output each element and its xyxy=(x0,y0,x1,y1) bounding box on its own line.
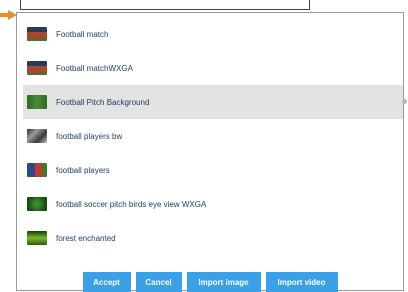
list-item[interactable]: Football matchWXGA xyxy=(23,51,403,85)
cancel-button[interactable]: Cancel xyxy=(135,272,182,292)
list-item[interactable]: Football match xyxy=(23,17,403,51)
background-picker-dialog: Football match Football matchWXGA Footba… xyxy=(16,12,407,292)
list-item[interactable]: forest enchanted xyxy=(23,221,403,255)
import-image-button[interactable]: Import image xyxy=(186,272,261,292)
accept-button[interactable]: Accept xyxy=(82,272,131,292)
list-item-label: football soccer pitch birds eye view WXG… xyxy=(56,199,207,209)
import-video-button[interactable]: Import video xyxy=(265,272,338,292)
top-field xyxy=(20,0,310,10)
scroll-indicator-icon[interactable] xyxy=(402,99,407,104)
list-item-label: football players bw xyxy=(56,131,123,141)
list-item[interactable]: football players bw xyxy=(23,119,403,153)
list-item[interactable]: football players xyxy=(23,153,403,187)
list-item-label: Football match xyxy=(56,29,109,39)
football-pitch-thumbnail-icon xyxy=(27,95,47,109)
list-item-selected[interactable]: Football Pitch Background xyxy=(23,85,403,119)
list-item-label: forest enchanted xyxy=(56,233,116,243)
forest-enchanted-thumbnail-icon xyxy=(27,231,47,245)
football-players-bw-thumbnail-icon xyxy=(27,129,47,143)
list-item-label: Football Pitch Background xyxy=(56,97,150,107)
football-match-thumbnail-icon xyxy=(27,27,47,41)
dialog-button-bar: Accept Cancel Import image Import video xyxy=(17,272,403,292)
football-match-wxga-thumbnail-icon xyxy=(27,61,47,75)
background-list: Football match Football matchWXGA Footba… xyxy=(17,13,403,261)
list-item-label: Football matchWXGA xyxy=(56,63,133,73)
football-players-thumbnail-icon xyxy=(27,163,47,177)
list-item[interactable]: football soccer pitch birds eye view WXG… xyxy=(23,187,403,221)
soccer-pitch-birds-eye-thumbnail-icon xyxy=(27,197,47,211)
list-item-label: football players xyxy=(56,165,110,175)
